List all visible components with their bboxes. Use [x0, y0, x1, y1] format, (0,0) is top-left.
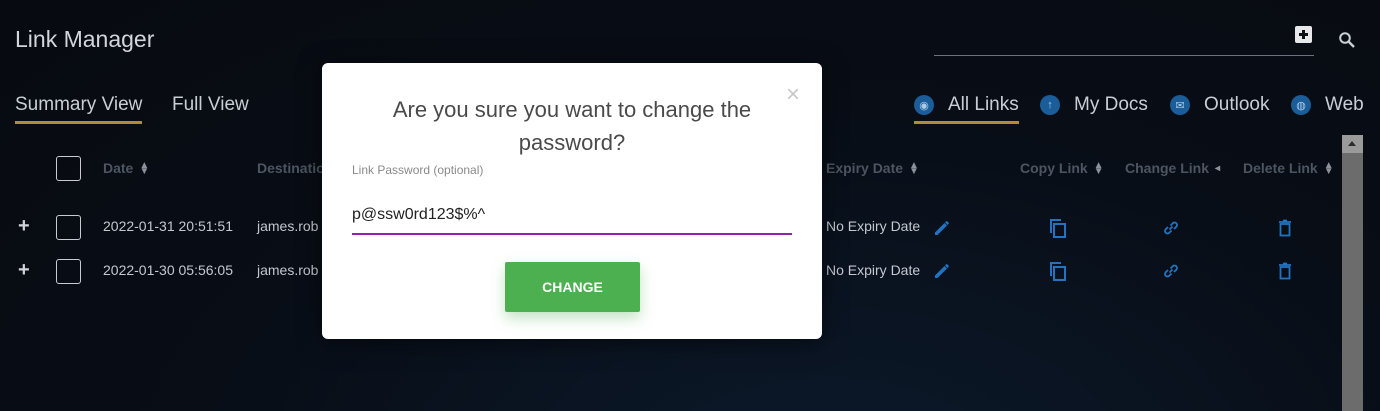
password-input[interactable] — [352, 197, 792, 235]
delete-link-icon[interactable] — [1276, 262, 1294, 280]
column-header-date[interactable]: Date ▲ ▼ — [103, 160, 150, 178]
sort-icon: ▲ ▼ — [1323, 160, 1334, 178]
select-all-checkbox[interactable] — [56, 156, 81, 181]
close-icon[interactable]: × — [786, 83, 800, 107]
scroll-up-arrow-icon[interactable] — [1342, 135, 1363, 153]
column-header-expiry[interactable]: Expiry Date ▲ ▼ — [826, 160, 919, 178]
change-link-icon[interactable] — [1162, 219, 1180, 237]
copy-link-icon[interactable] — [1048, 218, 1068, 238]
column-header-change-link[interactable]: Change Link ◂ — [1125, 160, 1220, 176]
row-expiry: No Expiry Date — [826, 262, 921, 278]
vertical-scrollbar[interactable] — [1342, 135, 1363, 411]
filter-label: My Docs — [1074, 94, 1148, 115]
filter-web[interactable]: ◍ Web — [1291, 94, 1364, 121]
sort-icon: ▲ ▼ — [139, 160, 150, 178]
upload-icon: ↑ — [1040, 95, 1060, 115]
row-destination: james.rob — [257, 218, 319, 234]
row-date: 2022-01-30 05:56:05 — [103, 262, 233, 278]
filter-label: All Links — [948, 94, 1019, 115]
search-bar[interactable] — [934, 26, 1314, 56]
sort-icon: ▲ ▼ — [909, 160, 919, 178]
expand-row-icon[interactable]: + — [18, 259, 30, 282]
filter-label: Web — [1325, 94, 1364, 115]
column-header-delete-link[interactable]: Delete Link ▲ ▼ — [1243, 160, 1334, 178]
outlook-icon: ✉ — [1170, 95, 1190, 115]
delete-link-icon[interactable] — [1276, 219, 1294, 237]
dialog-title: Are you sure you want to change the pass… — [392, 97, 752, 155]
filter-my-docs[interactable]: ↑ My Docs — [1040, 94, 1148, 121]
filter-all-links[interactable]: ◉ All Links — [914, 94, 1019, 124]
row-expiry: No Expiry Date — [826, 218, 921, 234]
edit-expiry-icon[interactable] — [933, 219, 951, 237]
row-checkbox[interactable] — [56, 215, 81, 240]
tab-summary-view[interactable]: Summary View — [15, 94, 143, 124]
copy-link-icon[interactable] — [1048, 261, 1068, 281]
tab-full-view[interactable]: Full View — [172, 94, 249, 121]
column-header-copy-link[interactable]: Copy Link ▲ ▼ — [1020, 160, 1104, 178]
sort-icon: ▲ ▼ — [1093, 160, 1104, 178]
edit-expiry-icon[interactable] — [933, 262, 951, 280]
change-link-icon[interactable] — [1162, 262, 1180, 280]
row-destination: james.rob — [257, 262, 319, 278]
filter-label: Outlook — [1204, 94, 1270, 115]
eye-icon: ◉ — [914, 95, 934, 115]
filter-outlook[interactable]: ✉ Outlook — [1170, 94, 1269, 121]
row-date: 2022-01-31 20:51:51 — [103, 218, 233, 234]
column-header-destination[interactable]: Destinatio — [257, 160, 325, 176]
password-field-label: Link Password (optional) — [352, 163, 484, 177]
add-link-icon[interactable] — [1295, 26, 1312, 43]
expand-row-icon[interactable]: + — [18, 215, 30, 238]
row-checkbox[interactable] — [56, 259, 81, 284]
change-button[interactable]: CHANGE — [505, 262, 640, 312]
app-title: Link Manager — [15, 26, 155, 52]
sort-icon: ◂ — [1215, 163, 1221, 175]
change-password-dialog: × Are you sure you want to change the pa… — [322, 63, 822, 339]
search-icon[interactable] — [1338, 31, 1356, 49]
globe-icon: ◍ — [1291, 95, 1311, 115]
